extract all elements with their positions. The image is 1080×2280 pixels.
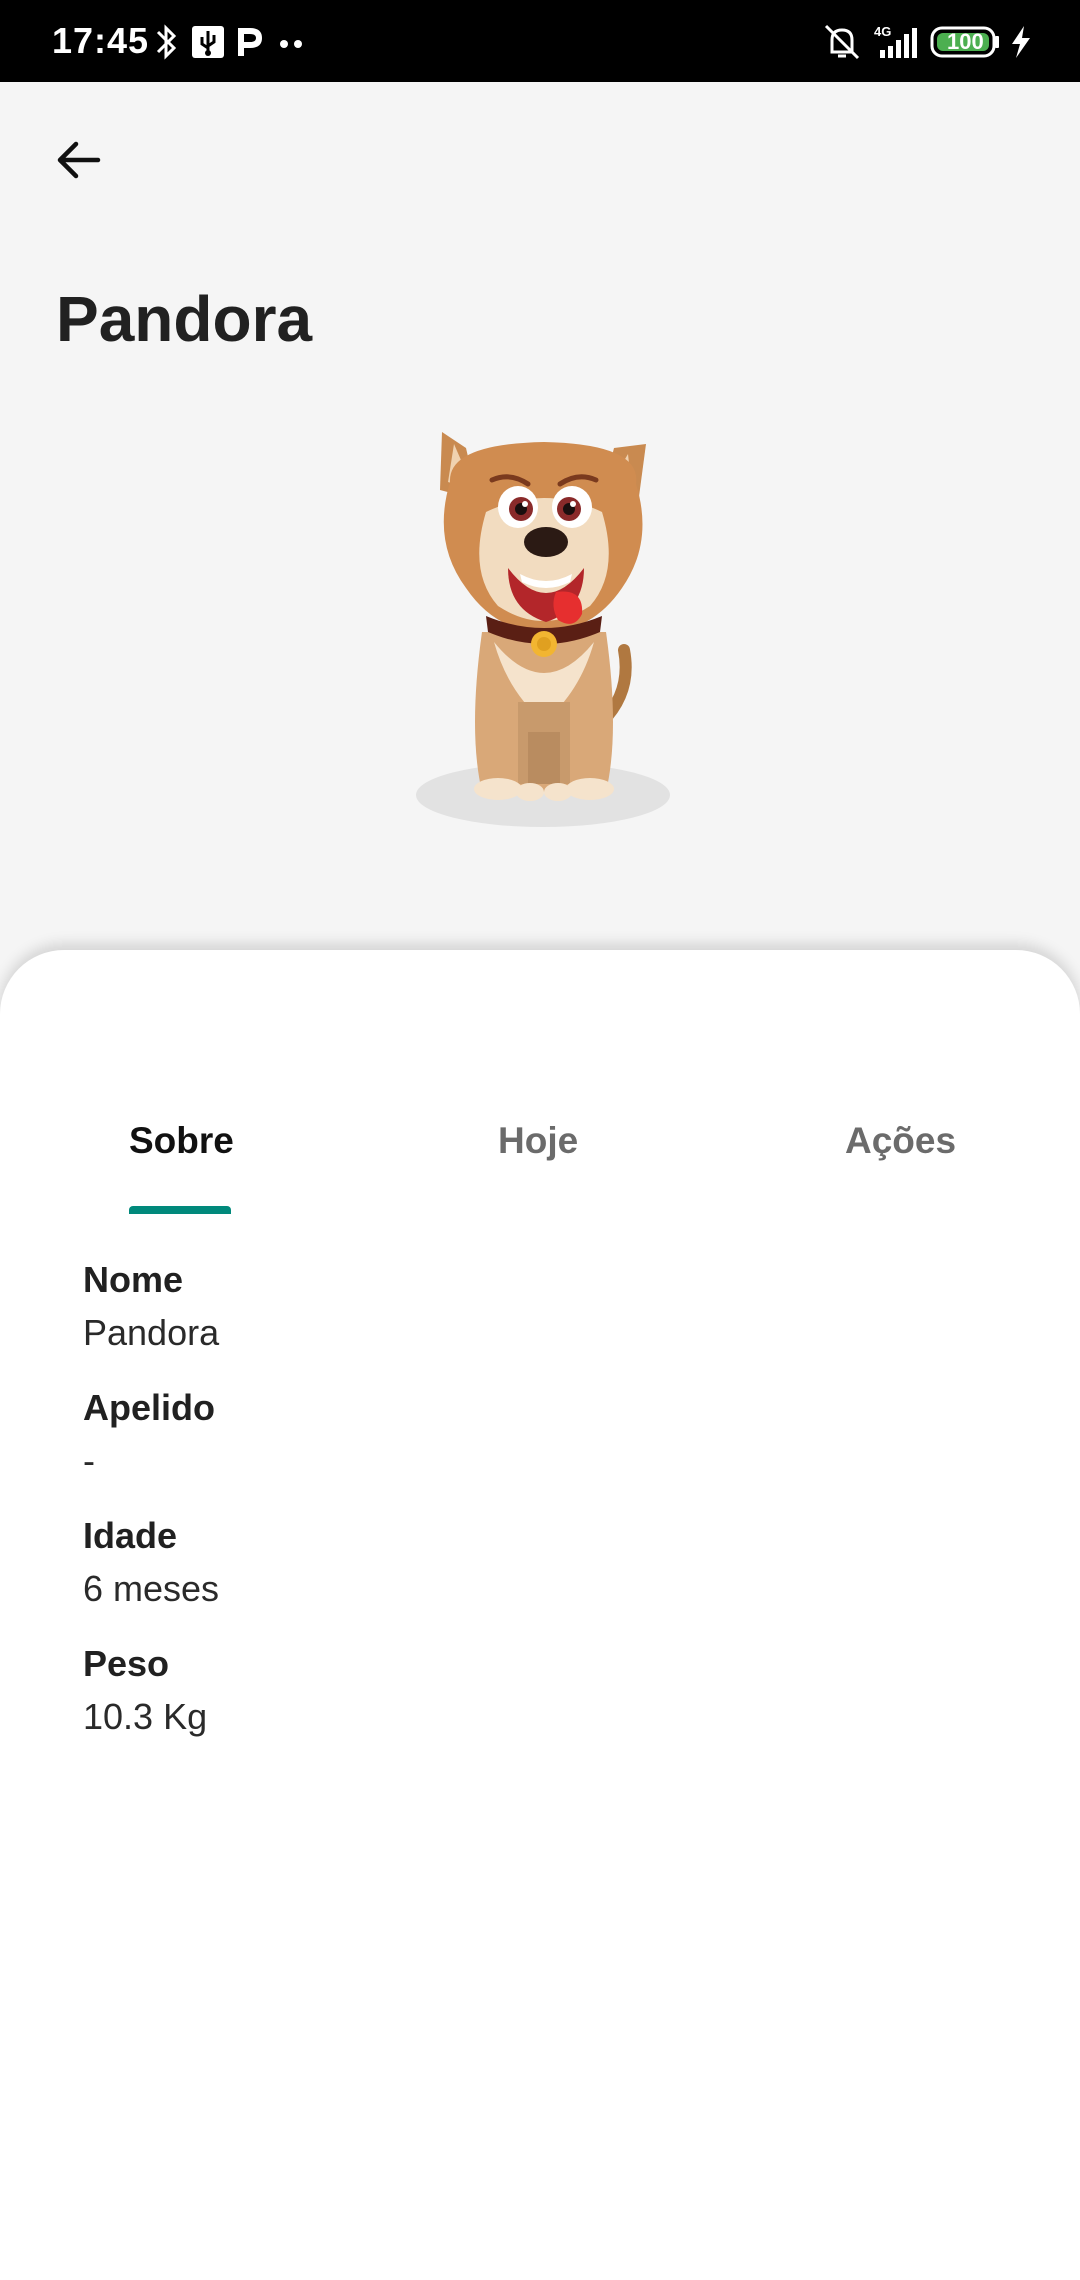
usb-icon: [192, 26, 224, 58]
charging-icon: [1012, 26, 1030, 58]
back-button[interactable]: [36, 118, 120, 202]
details-sheet: Sobre Hoje Ações Nome Pandora Apelido - …: [0, 950, 1080, 2280]
pet-illustration: [370, 392, 710, 842]
about-list: Nome Pandora Apelido - Idade 6 meses Pes…: [83, 1255, 219, 1767]
info-item-peso: Peso 10.3 Kg: [83, 1639, 219, 1745]
tab-sobre[interactable]: Sobre: [129, 1120, 234, 1208]
tab-acoes[interactable]: Ações: [845, 1120, 956, 1208]
info-value: Pandora: [83, 1312, 220, 1353]
battery-icon: 100: [930, 26, 999, 58]
info-value: -: [83, 1440, 95, 1481]
svg-text:100: 100: [947, 29, 984, 54]
tab-hoje[interactable]: Hoje: [498, 1120, 578, 1208]
active-tab-indicator: [129, 1206, 231, 1214]
info-label: Nome: [83, 1259, 184, 1300]
info-item-apelido: Apelido -: [83, 1383, 219, 1489]
signal-icon: 4G: [874, 24, 917, 58]
bell-off-icon: [824, 24, 860, 60]
info-value: 6 meses: [83, 1568, 220, 1609]
status-right-icons: 4G 100: [820, 22, 1050, 62]
status-bar: 17:45 4G 100: [0, 0, 1080, 82]
info-label: Peso: [83, 1643, 170, 1684]
arrow-back-icon: [57, 141, 101, 179]
more-notifications-icon: [280, 40, 302, 48]
status-left-icons: [152, 22, 332, 62]
parking-icon: [238, 28, 262, 56]
info-label: Idade: [83, 1515, 178, 1556]
info-item-idade: Idade 6 meses: [83, 1511, 219, 1617]
svg-text:4G: 4G: [874, 24, 891, 39]
page-title: Pandora: [56, 283, 313, 355]
status-time: 17:45: [52, 20, 150, 61]
info-item-nome: Nome Pandora: [83, 1255, 219, 1361]
bluetooth-icon: [156, 24, 177, 60]
info-label: Apelido: [83, 1387, 215, 1428]
tab-bar: Sobre Hoje Ações: [0, 1120, 1080, 1208]
info-value: 10.3 Kg: [83, 1696, 208, 1737]
